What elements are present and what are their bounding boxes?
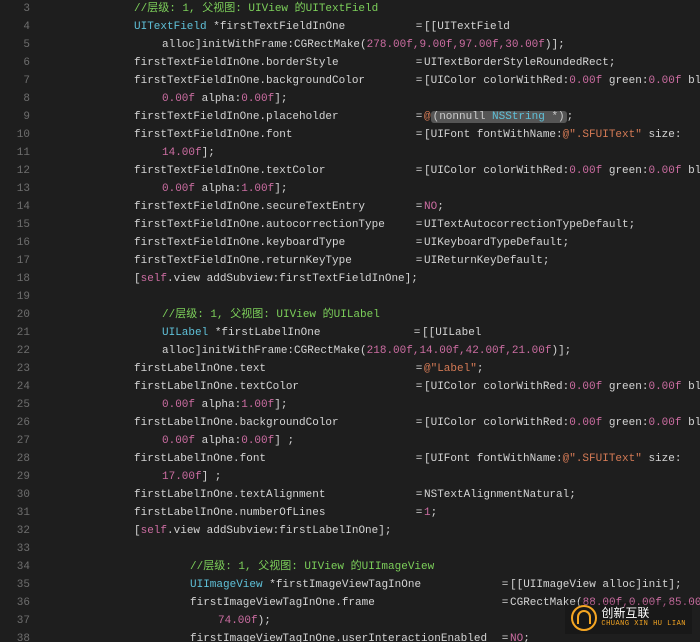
code-line: alloc]initWithFrame:CGRectMake(218.00f,1… xyxy=(36,342,700,360)
line-number: 11 xyxy=(0,144,30,162)
line-number: 5 xyxy=(0,36,30,54)
code-line: firstLabelInOne.numberOfLines=1; xyxy=(36,504,700,522)
code-line: [self.view addSubview:firstTextFieldInOn… xyxy=(36,270,700,288)
line-number: 18 xyxy=(0,270,30,288)
line-number: 31 xyxy=(0,504,30,522)
code-line: firstTextFieldInOne.textColor=[UIColor c… xyxy=(36,162,700,180)
code-line: UIImageView *firstImageViewTagInOne=[[UI… xyxy=(36,576,700,594)
code-line: //层级: 1, 父视图: UIView 的UIImageView xyxy=(36,558,700,576)
code-area[interactable]: //层级: 1, 父视图: UIView 的UITextField UIText… xyxy=(36,0,700,642)
code-line: 0.00f alpha:0.00f]; xyxy=(36,90,700,108)
code-line: UITextField *firstTextFieldInOne=[[UITex… xyxy=(36,18,700,36)
line-number: 26 xyxy=(0,414,30,432)
line-number: 30 xyxy=(0,486,30,504)
line-number: 35 xyxy=(0,576,30,594)
line-number: 28 xyxy=(0,450,30,468)
line-number: 13 xyxy=(0,180,30,198)
line-number: 14 xyxy=(0,198,30,216)
line-number: 36 xyxy=(0,594,30,612)
code-line: firstTextFieldInOne.borderStyle=UITextBo… xyxy=(36,54,700,72)
code-line: firstTextFieldInOne.autocorrectionType=U… xyxy=(36,216,700,234)
line-number: 21 xyxy=(0,324,30,342)
code-line: firstTextFieldInOne.backgroundColor=[UIC… xyxy=(36,72,700,90)
code-line: firstLabelInOne.textAlignment=NSTextAlig… xyxy=(36,486,700,504)
code-line: //层级: 1, 父视图: UIView 的UITextField xyxy=(36,0,700,18)
line-number: 6 xyxy=(0,54,30,72)
code-editor[interactable]: 3456789101112131415161718192021222324252… xyxy=(0,0,700,642)
line-number: 9 xyxy=(0,108,30,126)
line-number: 24 xyxy=(0,378,30,396)
line-number: 19 xyxy=(0,288,30,306)
line-number: 20 xyxy=(0,306,30,324)
code-line: firstLabelInOne.backgroundColor=[UIColor… xyxy=(36,414,700,432)
line-number: 12 xyxy=(0,162,30,180)
code-line: alloc]initWithFrame:CGRectMake(278.00f,9… xyxy=(36,36,700,54)
watermark: 创新互联 CHUANG XIN HU LIAN xyxy=(565,602,692,634)
line-number: 10 xyxy=(0,126,30,144)
line-number: 16 xyxy=(0,234,30,252)
code-line: firstTextFieldInOne.keyboardType=UIKeybo… xyxy=(36,234,700,252)
code-line: firstLabelInOne.textColor=[UIColor color… xyxy=(36,378,700,396)
line-number: 23 xyxy=(0,360,30,378)
code-line: 0.00f alpha:1.00f]; xyxy=(36,180,700,198)
code-line: 17.00f] ; xyxy=(36,468,700,486)
code-line: [self.view addSubview:firstLabelInOne]; xyxy=(36,522,700,540)
line-number: 37 xyxy=(0,612,30,630)
line-number: 38 xyxy=(0,630,30,642)
code-line: firstTextFieldInOne.font=[UIFont fontWit… xyxy=(36,126,700,144)
watermark-cn: 创新互联 xyxy=(601,608,686,621)
code-line: 0.00f alpha:0.00f] ; xyxy=(36,432,700,450)
line-number-gutter: 3456789101112131415161718192021222324252… xyxy=(0,0,36,642)
code-line xyxy=(36,288,700,306)
line-number: 34 xyxy=(0,558,30,576)
code-line: firstTextFieldInOne.placeholder=@(nonnul… xyxy=(36,108,700,126)
code-line xyxy=(36,540,700,558)
code-line: 14.00f]; xyxy=(36,144,700,162)
logo-icon xyxy=(571,605,597,631)
line-number: 33 xyxy=(0,540,30,558)
placeholder-token[interactable]: (nonnull NSString *) xyxy=(431,111,567,123)
code-line: firstLabelInOne.text=@"Label"; xyxy=(36,360,700,378)
line-number: 29 xyxy=(0,468,30,486)
code-line: UILabel *firstLabelInOne=[[UILabel xyxy=(36,324,700,342)
code-line: 0.00f alpha:1.00f]; xyxy=(36,396,700,414)
watermark-en: CHUANG XIN HU LIAN xyxy=(601,621,686,629)
line-number: 32 xyxy=(0,522,30,540)
code-line: //层级: 1, 父视图: UIView 的UILabel xyxy=(36,306,700,324)
line-number: 8 xyxy=(0,90,30,108)
line-number: 27 xyxy=(0,432,30,450)
code-line: firstLabelInOne.font=[UIFont fontWithNam… xyxy=(36,450,700,468)
line-number: 7 xyxy=(0,72,30,90)
line-number: 4 xyxy=(0,18,30,36)
line-number: 3 xyxy=(0,0,30,18)
code-line: firstTextFieldInOne.returnKeyType=UIRetu… xyxy=(36,252,700,270)
line-number: 15 xyxy=(0,216,30,234)
code-line: firstTextFieldInOne.secureTextEntry=NO; xyxy=(36,198,700,216)
line-number: 17 xyxy=(0,252,30,270)
line-number: 25 xyxy=(0,396,30,414)
line-number: 22 xyxy=(0,342,30,360)
